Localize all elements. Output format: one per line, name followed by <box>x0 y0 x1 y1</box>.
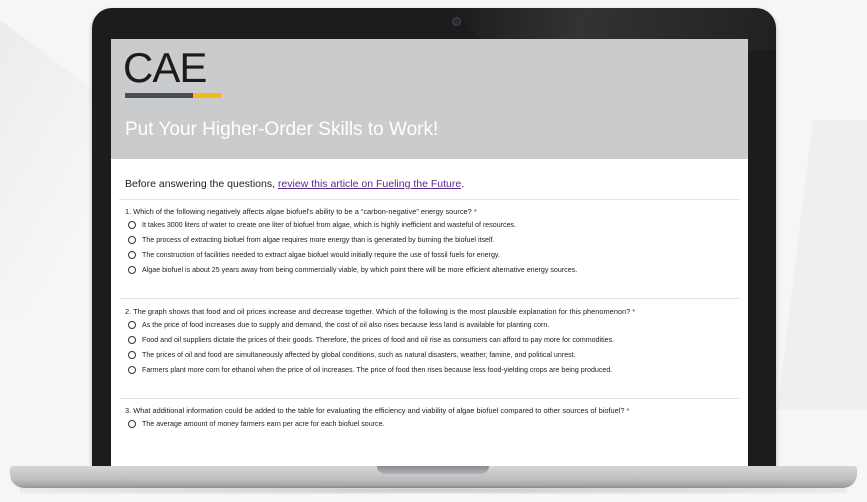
intro-suffix: . <box>461 178 465 190</box>
question-text: 1. Which of the following negatively aff… <box>125 207 477 216</box>
answer-option[interactable]: The prices of oil and food are simultane… <box>128 347 740 362</box>
radio-button[interactable] <box>128 335 136 344</box>
laptop-notch <box>377 466 489 474</box>
answer-option[interactable]: It takes 3000 liters of water to create … <box>128 217 740 232</box>
answer-option[interactable]: Algae biofuel is about 25 years away fro… <box>128 262 740 277</box>
answer-option[interactable]: The process of extracting biofuel from a… <box>128 232 740 247</box>
answer-option[interactable]: As the price of food increases due to su… <box>128 317 740 332</box>
required-marker: * <box>473 207 477 216</box>
divider <box>119 298 740 299</box>
webcam-icon <box>452 17 461 26</box>
radio-button[interactable] <box>128 235 136 244</box>
option-label: The prices of oil and food are simultane… <box>142 350 576 359</box>
option-label: The construction of facilities needed to… <box>142 250 500 259</box>
answer-option[interactable]: Farmers plant more corn for ethanol when… <box>128 362 740 377</box>
logo-underline <box>125 93 221 98</box>
divider <box>119 398 740 399</box>
background-shape-right <box>777 120 867 410</box>
answer-option[interactable]: The construction of facilities needed to… <box>128 247 740 262</box>
option-label: The average amount of money farmers earn… <box>142 419 385 428</box>
radio-button[interactable] <box>128 220 136 229</box>
radio-button[interactable] <box>128 265 136 274</box>
required-marker: * <box>632 307 636 316</box>
radio-button[interactable] <box>128 250 136 259</box>
intro-prefix: Before answering the questions, <box>125 178 278 190</box>
radio-button[interactable] <box>128 365 136 374</box>
question-2: 2. The graph shows that food and oil pri… <box>125 307 740 377</box>
radio-button[interactable] <box>128 350 136 359</box>
logo-underline-gold <box>193 93 221 98</box>
option-label: The process of extracting biofuel from a… <box>142 235 495 244</box>
question-text: 2. The graph shows that food and oil pri… <box>125 307 636 316</box>
option-label: Food and oil suppliers dictate the price… <box>142 335 615 344</box>
question-text: 3. What additional information could be … <box>125 406 630 415</box>
option-label: It takes 3000 liters of water to create … <box>142 220 517 229</box>
answer-option[interactable]: The average amount of money farmers earn… <box>128 416 740 431</box>
question-1: 1. Which of the following negatively aff… <box>125 207 740 277</box>
logo-underline-dark <box>125 93 193 98</box>
question-3: 3. What additional information could be … <box>125 406 740 431</box>
answer-option[interactable]: Food and oil suppliers dictate the price… <box>128 332 740 347</box>
page-title: Put Your Higher-Order Skills to Work! <box>125 119 439 140</box>
laptop-shadow <box>20 486 847 494</box>
cae-logo: CAE <box>123 44 207 91</box>
header-banner: CAE Put Your Higher-Order Skills to Work… <box>111 39 748 159</box>
intro-text: Before answering the questions, review t… <box>125 178 464 190</box>
option-label: Farmers plant more corn for ethanol when… <box>142 365 613 374</box>
required-marker: * <box>626 406 630 415</box>
divider <box>119 199 740 200</box>
option-label: As the price of food increases due to su… <box>142 320 550 329</box>
radio-button[interactable] <box>128 320 136 329</box>
article-link[interactable]: review this article on Fueling the Futur… <box>278 178 461 190</box>
laptop-screen: CAE Put Your Higher-Order Skills to Work… <box>111 39 748 467</box>
radio-button[interactable] <box>128 419 136 428</box>
option-label: Algae biofuel is about 25 years away fro… <box>142 265 578 274</box>
